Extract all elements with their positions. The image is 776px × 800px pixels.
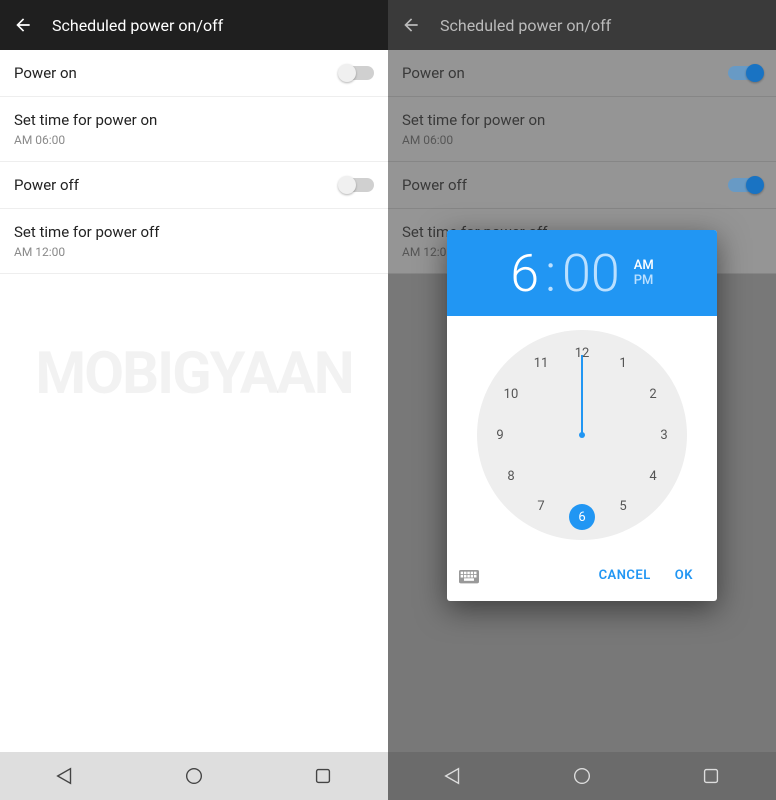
nav-home-icon[interactable] — [183, 765, 205, 787]
toggle-power-on[interactable] — [340, 66, 374, 80]
nav-back-icon[interactable] — [442, 765, 464, 787]
row-power-off[interactable]: Power off — [0, 162, 388, 209]
set-off-label: Set time for power off — [14, 223, 159, 241]
set-off-value: AM 12:00 — [14, 245, 159, 259]
pm-label[interactable]: PM — [634, 273, 654, 288]
settings-content: Power on Set time for power on AM 06:00 … — [0, 50, 388, 752]
appbar-title: Scheduled power on/off — [52, 16, 223, 35]
power-on-label: Power on — [14, 64, 77, 82]
time-picker-header: 6 : 00 AM PM — [447, 230, 717, 316]
appbar: Scheduled power on/off — [0, 0, 388, 50]
row-set-power-off-time[interactable]: Set time for power off AM 12:00 — [0, 209, 388, 274]
nav-recent-icon[interactable] — [312, 765, 334, 787]
nav-back-icon[interactable] — [54, 765, 76, 787]
nav-recent-icon[interactable] — [700, 765, 722, 787]
appbar-title: Scheduled power on/off — [440, 16, 611, 35]
row-set-power-on-time[interactable]: Set time for power on AM 06:00 — [0, 97, 388, 162]
time-colon: : — [545, 243, 556, 304]
time-hour[interactable]: 6 — [510, 243, 539, 304]
clock-hour-4[interactable]: 4 — [640, 463, 666, 489]
clock-center-dot — [579, 432, 585, 438]
keyboard-icon[interactable] — [459, 569, 479, 583]
clock-hour-2[interactable]: 2 — [640, 381, 666, 407]
appbar: Scheduled power on/off — [388, 0, 776, 50]
row-power-on[interactable]: Power on — [0, 50, 388, 97]
clock-hour-7[interactable]: 7 — [528, 493, 554, 519]
back-arrow-icon[interactable] — [398, 12, 424, 38]
clock-hour-5[interactable]: 5 — [610, 493, 636, 519]
navbar — [388, 752, 776, 800]
watermark-text: MOBIGYAAN — [0, 340, 388, 408]
navbar — [0, 752, 388, 800]
ampm-group: AM PM — [634, 258, 654, 288]
ok-button[interactable]: OK — [663, 562, 705, 589]
nav-home-icon[interactable] — [571, 765, 593, 787]
clock-face[interactable]: 12 12 3 45678 9 1011 — [477, 330, 687, 540]
toggle-power-off[interactable] — [340, 178, 374, 192]
dialog-actions: CANCEL OK — [447, 554, 717, 601]
power-off-label: Power off — [14, 176, 79, 194]
cancel-button[interactable]: CANCEL — [587, 562, 663, 589]
time-picker-dialog: 6 : 00 AM PM 121234567891011 — [447, 230, 717, 601]
am-label[interactable]: AM — [634, 258, 654, 273]
clock-hour-3[interactable]: 3 — [651, 422, 677, 448]
time-minute[interactable]: 00 — [562, 243, 620, 304]
dialog-backdrop[interactable]: 6 : 00 AM PM 121234567891011 — [388, 50, 776, 752]
back-arrow-icon[interactable] — [10, 12, 36, 38]
screenshot-right: Scheduled power on/off Power on Set time… — [388, 0, 776, 800]
clock-hour-6[interactable]: 6 — [569, 504, 595, 530]
clock-hour-9[interactable]: 9 — [487, 422, 513, 448]
clock-hour-10[interactable]: 10 — [498, 381, 524, 407]
set-on-value: AM 06:00 — [14, 133, 157, 147]
clock-face-wrap: 12 12 3 45678 9 1011 — [447, 316, 717, 554]
clock-hour-1[interactable]: 1 — [610, 351, 636, 377]
clock-hand — [581, 355, 583, 435]
set-on-label: Set time for power on — [14, 111, 157, 129]
screenshot-left: Scheduled power on/off Power on Set time… — [0, 0, 388, 800]
clock-hour-8[interactable]: 8 — [498, 463, 524, 489]
settings-content-dimmed: Power on Set time for power on AM 06:00 … — [388, 50, 776, 752]
clock-hour-11[interactable]: 11 — [528, 351, 554, 377]
clock-hour-12[interactable]: 12 — [569, 340, 595, 366]
